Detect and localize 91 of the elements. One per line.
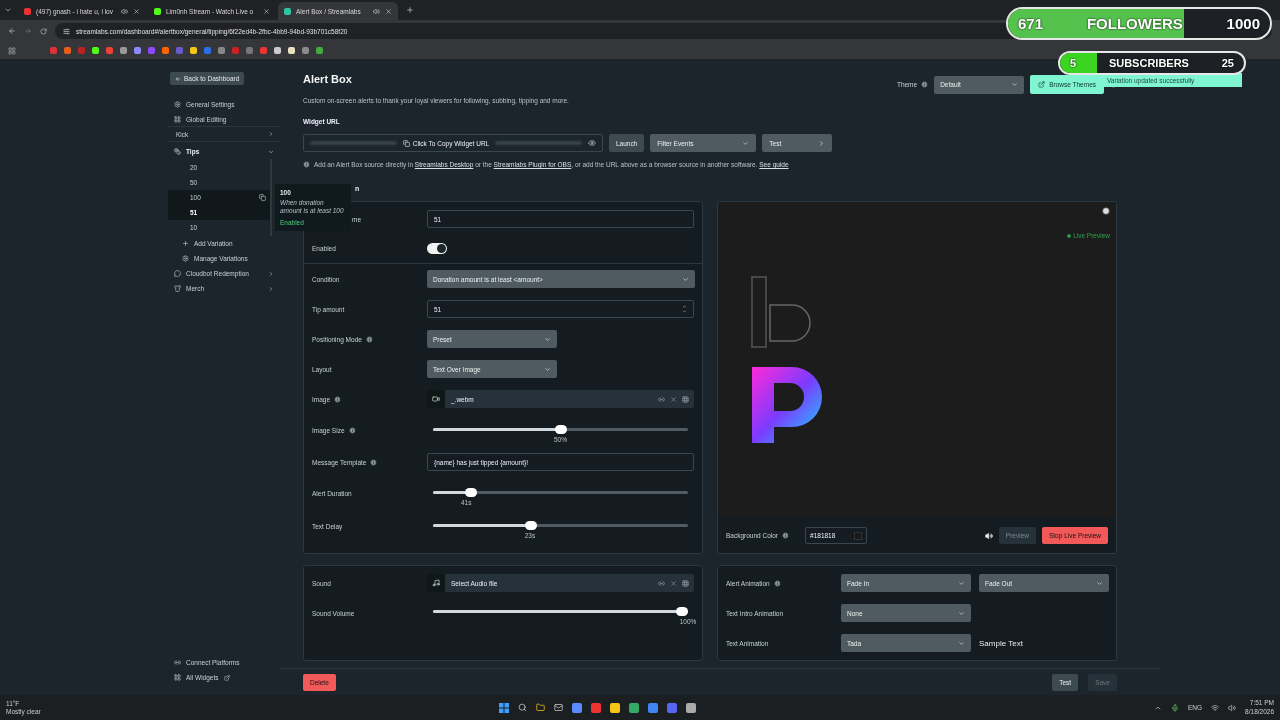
slider[interactable] [433, 520, 688, 530]
music-note-icon [432, 579, 440, 587]
reload-button[interactable] [40, 27, 47, 35]
grid-icon [682, 579, 689, 587]
slider[interactable] [433, 424, 688, 434]
mail-icon [553, 703, 563, 712]
caret-down-icon [682, 275, 689, 283]
windows-logo-icon[interactable] [498, 702, 509, 713]
eye-icon [588, 139, 596, 147]
favicon-icon [24, 7, 31, 15]
taskbar-app-icon[interactable] [628, 702, 639, 713]
microphone-icon [1171, 703, 1179, 712]
link-icon [658, 579, 665, 587]
external-link-icon [223, 674, 230, 681]
close-icon [670, 579, 677, 587]
taskbar-app-icon[interactable] [647, 702, 658, 713]
subscribers-goal-bar: 5 SUBSCRIBERS 25 [1058, 51, 1246, 75]
gear-icon [174, 101, 181, 108]
toggle-switch[interactable] [427, 243, 447, 254]
arrow-left-icon [8, 27, 16, 35]
video-camera-icon [432, 395, 440, 403]
link-icon [658, 395, 665, 403]
taskbar-app-icon[interactable] [609, 702, 620, 713]
close-icon [263, 7, 270, 15]
external-link-icon [1038, 81, 1046, 88]
caret-down-icon [958, 609, 965, 617]
speaker-icon [1228, 703, 1237, 712]
reload-icon [40, 27, 47, 35]
caret-down-icon [1096, 579, 1103, 587]
favicon-icon [284, 7, 291, 15]
new-tab-button[interactable] [406, 6, 414, 14]
taskbar-app-icon[interactable] [571, 702, 582, 713]
info-icon [782, 532, 790, 539]
caret-right-icon [268, 285, 274, 292]
gear-icon [182, 255, 189, 262]
forward-button[interactable] [24, 27, 32, 35]
taskbar-app-icon[interactable] [685, 702, 696, 713]
caret-down-icon [958, 579, 965, 587]
caret-down-icon [544, 365, 551, 373]
close-icon [670, 395, 677, 403]
tab-list-button[interactable] [4, 6, 12, 14]
info-icon [921, 81, 929, 88]
info-icon [334, 395, 342, 403]
shirt-icon [174, 285, 181, 292]
info-icon [365, 335, 373, 343]
caret-right-icon [268, 131, 274, 137]
chat-bubble-icon [174, 270, 181, 277]
followers-goal-bar: 671 FOLLOWERS 1000 [1006, 7, 1272, 40]
search-icon [517, 703, 527, 712]
grid-icon [174, 115, 181, 123]
caret-down-icon [268, 148, 274, 155]
arrow-left-icon [175, 75, 181, 82]
apps-grid-icon [8, 46, 16, 55]
speaker-icon [984, 531, 993, 540]
caret-right-icon [268, 270, 274, 277]
copy-icon [402, 139, 410, 147]
arrow-right-icon [24, 27, 32, 35]
coins-icon [174, 148, 181, 155]
wifi-icon [1211, 703, 1220, 712]
status-dot-icon [1067, 233, 1072, 238]
info-icon [370, 458, 378, 466]
chevron-right-icon [818, 139, 826, 147]
speaker-icon [121, 7, 128, 15]
info-icon [303, 161, 310, 168]
record-icon [1102, 207, 1110, 215]
caret-down-icon [742, 139, 750, 147]
slider[interactable] [433, 487, 688, 497]
grid-icon [174, 674, 181, 681]
caret-down-icon [544, 335, 551, 343]
stepper-up-icon [682, 304, 687, 309]
copy-icon [259, 194, 266, 201]
favicon-icon [154, 7, 161, 15]
close-icon [133, 7, 140, 15]
grid-icon [682, 395, 689, 403]
slider[interactable] [433, 607, 688, 616]
chevron-down-icon [4, 6, 12, 14]
speaker-icon [373, 7, 380, 15]
caret-down-icon [958, 639, 965, 647]
link-icon [174, 659, 181, 666]
folder-icon [535, 703, 545, 712]
close-icon [385, 7, 392, 15]
plus-icon [406, 6, 414, 14]
stepper-down-icon [682, 309, 687, 314]
info-icon [773, 579, 781, 587]
sample-text: Sample Text [979, 638, 1023, 648]
page-title: Alert Box [303, 73, 353, 85]
plus-icon [182, 240, 189, 247]
back-button[interactable] [8, 27, 16, 35]
tune-icon [63, 27, 70, 35]
info-icon [348, 427, 356, 434]
caret-down-icon [1011, 81, 1019, 88]
